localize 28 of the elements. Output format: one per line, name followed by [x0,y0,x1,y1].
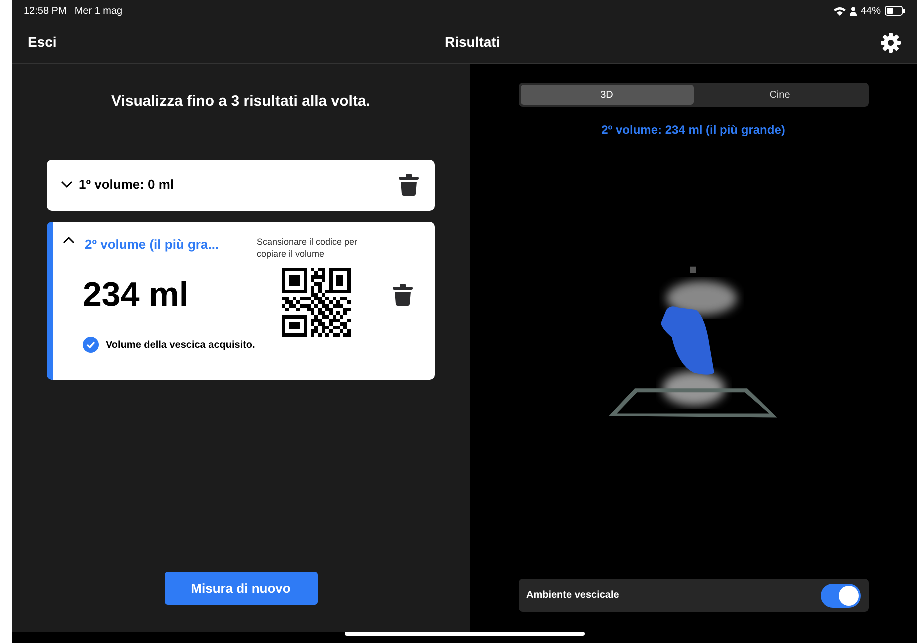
result-card[interactable]: 2º volume (il più gra... 234 ml Volume della vescica acquisito. Scansionare il codice per copiare il volume [47,222,435,380]
screen-title: Risultati [445,33,500,52]
volume-value: 234 ml [83,275,190,316]
instruction-text: Visualizza fino a 3 risultati alla volta. [110,92,372,112]
qr-caption: Scansionare il codice per copiare il volume [257,236,359,260]
person-icon [850,6,857,16]
result-title: 1º volume: 0 ml [79,176,174,194]
chevron-up-icon[interactable] [63,236,75,244]
settings-icon[interactable] [881,32,901,52]
status-text: Volume della vescica acquisito. [106,338,256,352]
view-tab[interactable]: 3D [520,85,694,105]
trash-icon[interactable] [399,174,419,196]
status-time: 12:58 PM [24,4,67,18]
view-title: 2º volume: 234 ml (il più grande) [602,122,786,139]
wifi-icon [834,6,846,16]
toggle-label: Ambiente vescicale [526,589,620,603]
status-date: Mer 1 mag [74,4,123,18]
qr-code-drawing [282,268,351,336]
battery-icon [885,6,905,16]
trash-icon[interactable] [393,284,413,306]
exit-button[interactable]: Esci [28,32,57,53]
result-title: 2º volume (il più gra... [85,236,220,254]
toggle-switch[interactable] [820,584,860,608]
battery-percent: 44% [860,4,881,18]
chevron-down-icon[interactable] [61,181,73,189]
view-tab[interactable]: Cine [694,85,866,105]
result-card[interactable]: 1º volume: 0 ml [47,160,435,210]
measure-again-button[interactable]: Misura di nuovo [164,572,318,605]
